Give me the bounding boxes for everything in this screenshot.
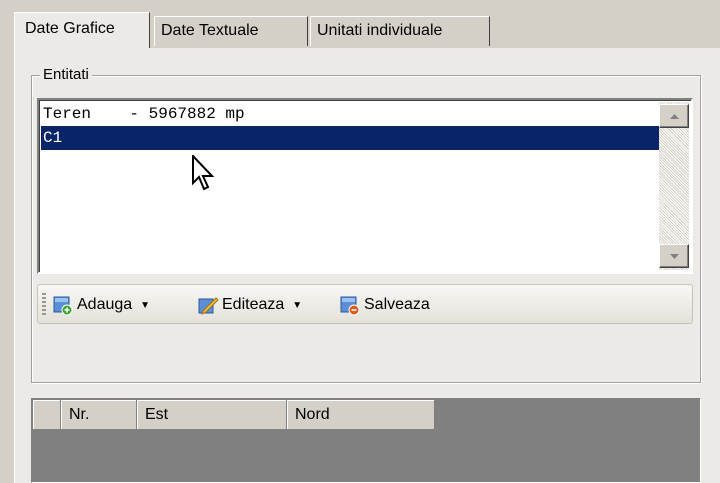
save-label: Salveaza — [364, 296, 430, 313]
tab-unitati-individuale[interactable]: Unitati individuale — [310, 16, 490, 46]
column-header-nr[interactable]: Nr. — [61, 400, 137, 430]
arrow-up-icon — [669, 113, 679, 119]
edit-button[interactable]: Editeaza ▼ — [197, 293, 302, 317]
tab-page-date-grafice: Entitati Teren - 5967882 mp C1 Adauga ▼ … — [14, 48, 720, 483]
vertical-scrollbar[interactable] — [659, 102, 689, 270]
add-button[interactable]: Adauga ▼ — [52, 293, 150, 317]
arrow-down-icon — [669, 253, 679, 259]
tab-date-grafice[interactable]: Date Grafice — [14, 12, 150, 48]
coordinates-grid[interactable]: Nr. Est Nord — [31, 398, 701, 483]
scroll-up-button[interactable] — [659, 104, 689, 128]
grid-corner-header[interactable] — [33, 400, 61, 430]
list-item[interactable]: C1 — [41, 126, 661, 150]
save-icon — [340, 296, 360, 316]
list-item[interactable]: Teren - 5967882 mp — [41, 102, 661, 126]
add-icon — [53, 296, 73, 316]
entities-listbox[interactable]: Teren - 5967882 mp C1 — [37, 98, 693, 274]
grid-header: Nr. Est Nord — [33, 400, 435, 430]
column-header-nord[interactable]: Nord — [287, 400, 435, 430]
edit-pencil-icon — [198, 297, 219, 315]
tab-strip: Date Grafice Date Textuale Unitati indiv… — [14, 12, 720, 48]
entities-list: Teren - 5967882 mp C1 — [41, 102, 661, 150]
entities-groupbox: Entitati Teren - 5967882 mp C1 Adauga ▼ … — [31, 66, 701, 383]
edit-label: Editeaza — [222, 296, 285, 313]
entities-legend: Entitati — [40, 66, 92, 84]
scroll-down-button[interactable] — [659, 244, 689, 268]
add-dropdown-icon[interactable]: ▼ — [140, 300, 150, 311]
tab-date-textuale[interactable]: Date Textuale — [154, 16, 308, 46]
edit-dropdown-icon[interactable]: ▼ — [292, 300, 302, 311]
save-button[interactable]: Salveaza — [339, 293, 430, 317]
toolbar-grip[interactable] — [42, 293, 46, 317]
mouse-cursor-icon — [192, 155, 215, 191]
add-label: Adauga — [77, 296, 133, 313]
entities-toolbar: Adauga ▼ Editeaza ▼ Salveaza — [37, 284, 693, 324]
column-header-est[interactable]: Est — [137, 400, 287, 430]
